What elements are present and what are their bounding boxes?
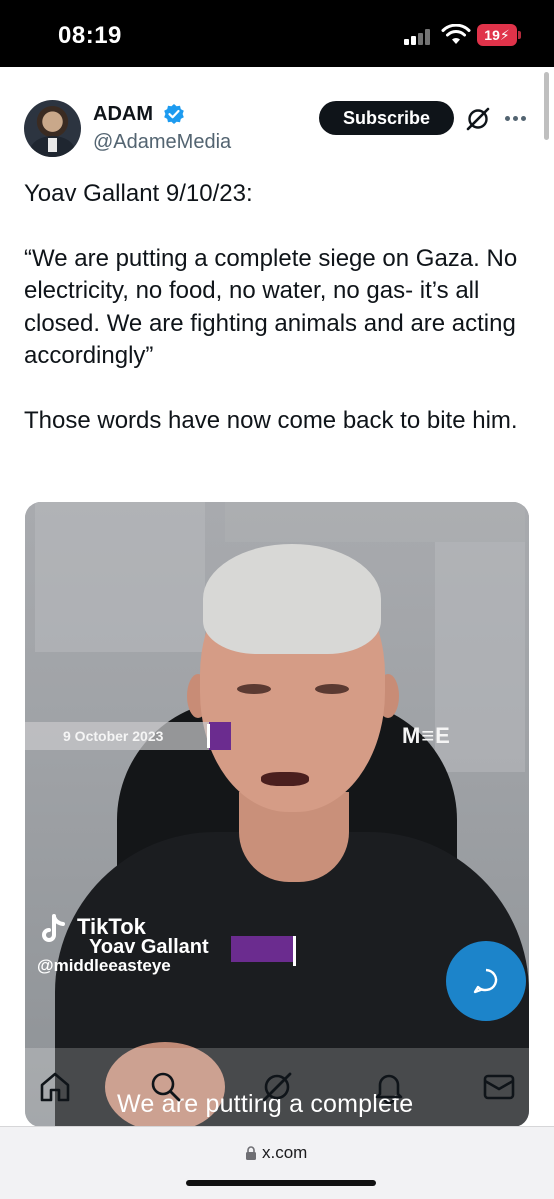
video-person-mouth <box>261 772 309 786</box>
mee-logo: M≡E <box>402 723 451 748</box>
author-display-name[interactable]: ADAM <box>93 103 153 126</box>
video-person-hair <box>203 544 381 654</box>
messages-icon[interactable] <box>482 1070 516 1104</box>
search-icon[interactable] <box>149 1070 183 1104</box>
lock-icon <box>246 1146 256 1160</box>
grok-nav-icon[interactable] <box>260 1070 294 1104</box>
date-banner-text: 9 October 2023 <box>63 728 164 744</box>
date-banner-accent <box>209 722 231 750</box>
cellular-signal-icon <box>404 29 432 45</box>
date-banner-divider <box>207 724 210 748</box>
avatar[interactable] <box>24 100 81 157</box>
status-time: 08:19 <box>58 22 122 49</box>
scrollbar[interactable] <box>544 72 549 140</box>
lower-third-divider <box>293 936 296 966</box>
home-indicator[interactable] <box>186 1180 376 1186</box>
verified-badge-icon <box>164 104 184 124</box>
floating-compose-button[interactable] <box>446 941 526 1021</box>
author-handle[interactable]: @AdameMedia <box>93 131 231 154</box>
battery-nub <box>518 31 521 39</box>
wifi-icon <box>441 24 471 44</box>
tiktok-handle: @middleeasteye <box>37 956 171 975</box>
lower-third-accent <box>231 936 293 962</box>
tweet-text-line1: Yoav Gallant 9/10/23: <box>24 180 253 207</box>
battery-indicator: 19⚡ <box>477 24 517 46</box>
tweet-text-quote: “We are putting a complete siege on Gaza… <box>24 244 518 370</box>
tweet-video[interactable]: 9 October 2023 M≡E TikTok Yoav Gallant @… <box>25 502 529 1127</box>
chat-bubble-icon <box>473 968 498 994</box>
tweet-text-closing: Those words have now come back to bite h… <box>24 406 518 434</box>
battery-level: 19 <box>484 27 500 43</box>
grok-icon[interactable] <box>466 107 490 131</box>
notifications-icon[interactable] <box>372 1070 406 1104</box>
tweet-text: Yoav Gallant 9/10/23: “We are putting a … <box>24 178 536 437</box>
subscribe-button[interactable]: Subscribe <box>319 101 454 135</box>
more-options-icon[interactable] <box>505 116 527 122</box>
home-icon[interactable] <box>38 1070 72 1104</box>
tiktok-icon <box>42 914 65 942</box>
status-bar: 08:19 19⚡ <box>0 0 554 67</box>
url-text[interactable]: x.com <box>262 1143 307 1163</box>
